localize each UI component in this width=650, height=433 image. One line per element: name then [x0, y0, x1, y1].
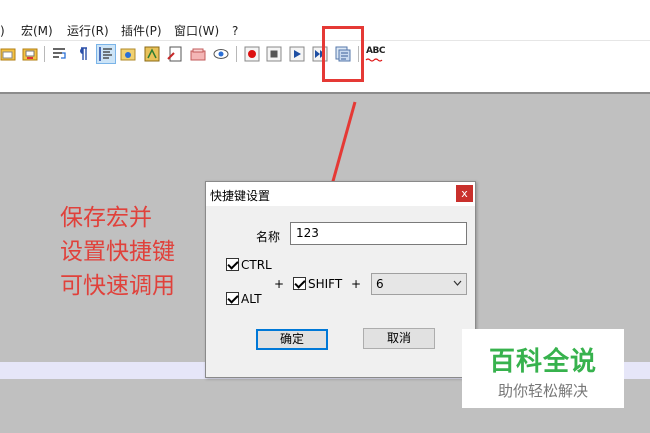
alt-checkbox[interactable] [226, 292, 239, 305]
annotation-line: 保存宏并 [60, 205, 152, 231]
stop-record-icon[interactable] [265, 45, 283, 63]
indent-guide-icon[interactable] [96, 44, 116, 64]
chevron-down-icon [453, 280, 462, 286]
close-all-icon[interactable] [189, 45, 207, 63]
toolbar-separator [44, 46, 45, 62]
highlight-callout-box [322, 26, 364, 82]
ctrl-checkbox[interactable] [226, 258, 239, 271]
pilcrow-icon[interactable] [73, 45, 91, 63]
open-file-icon[interactable] [0, 45, 18, 63]
shift-label: SHIFT [308, 277, 343, 291]
menu-item-macro[interactable]: 宏(M) [21, 24, 53, 38]
play-macro-icon[interactable] [288, 45, 306, 63]
shift-checkbox[interactable] [293, 277, 306, 290]
toolbar-separator [236, 46, 237, 62]
name-input[interactable]: 123 [290, 222, 467, 245]
menu-item-partial[interactable]: ) [0, 24, 5, 38]
document-map-icon[interactable] [166, 45, 184, 63]
spellcheck-icon[interactable]: ABC [365, 45, 385, 63]
ok-button[interactable]: 确定 [256, 329, 328, 350]
menu-item-plugins[interactable]: 插件(P) [121, 24, 162, 38]
menu-item-window[interactable]: 窗口(W) [174, 24, 219, 38]
watermark-logo-text: 百科全说 [488, 347, 597, 377]
annotation-line: 可快速调用 [60, 273, 175, 299]
ctrl-label: CTRL [241, 258, 272, 272]
annotation-text: 保存宏并 设置快捷键 可快速调用 [60, 201, 175, 303]
close-button[interactable]: x [456, 185, 473, 202]
annotation-line: 设置快捷键 [60, 239, 175, 265]
monitor-eye-icon[interactable] [212, 45, 230, 63]
plus-sign: + [274, 277, 285, 291]
plus-sign: + [351, 277, 362, 291]
folder-view-icon[interactable] [119, 45, 137, 63]
dialog-title: 快捷键设置 [210, 189, 271, 203]
dialog-titlebar[interactable]: 快捷键设置 x [206, 182, 475, 206]
menu-item-help[interactable]: ? [232, 24, 238, 38]
alt-label: ALT [241, 292, 262, 306]
shortcut-dialog: 快捷键设置 x 名称 123 CTRL ALT + SHIFT + 6 确定 取… [205, 181, 476, 378]
save-file-icon[interactable] [21, 45, 39, 63]
record-macro-icon[interactable] [243, 45, 261, 63]
menu-item-run[interactable]: 运行(R) [67, 24, 109, 38]
word-wrap-icon[interactable] [51, 45, 69, 63]
key-select[interactable]: 6 [371, 273, 467, 295]
cancel-button[interactable]: 取消 [363, 328, 435, 349]
name-label: 名称 [256, 230, 281, 244]
watermark: 百科全说 助你轻松解决 [462, 329, 624, 408]
watermark-slogan: 助你轻松解决 [497, 382, 588, 400]
function-list-icon[interactable] [143, 45, 161, 63]
key-select-value: 6 [376, 277, 384, 291]
